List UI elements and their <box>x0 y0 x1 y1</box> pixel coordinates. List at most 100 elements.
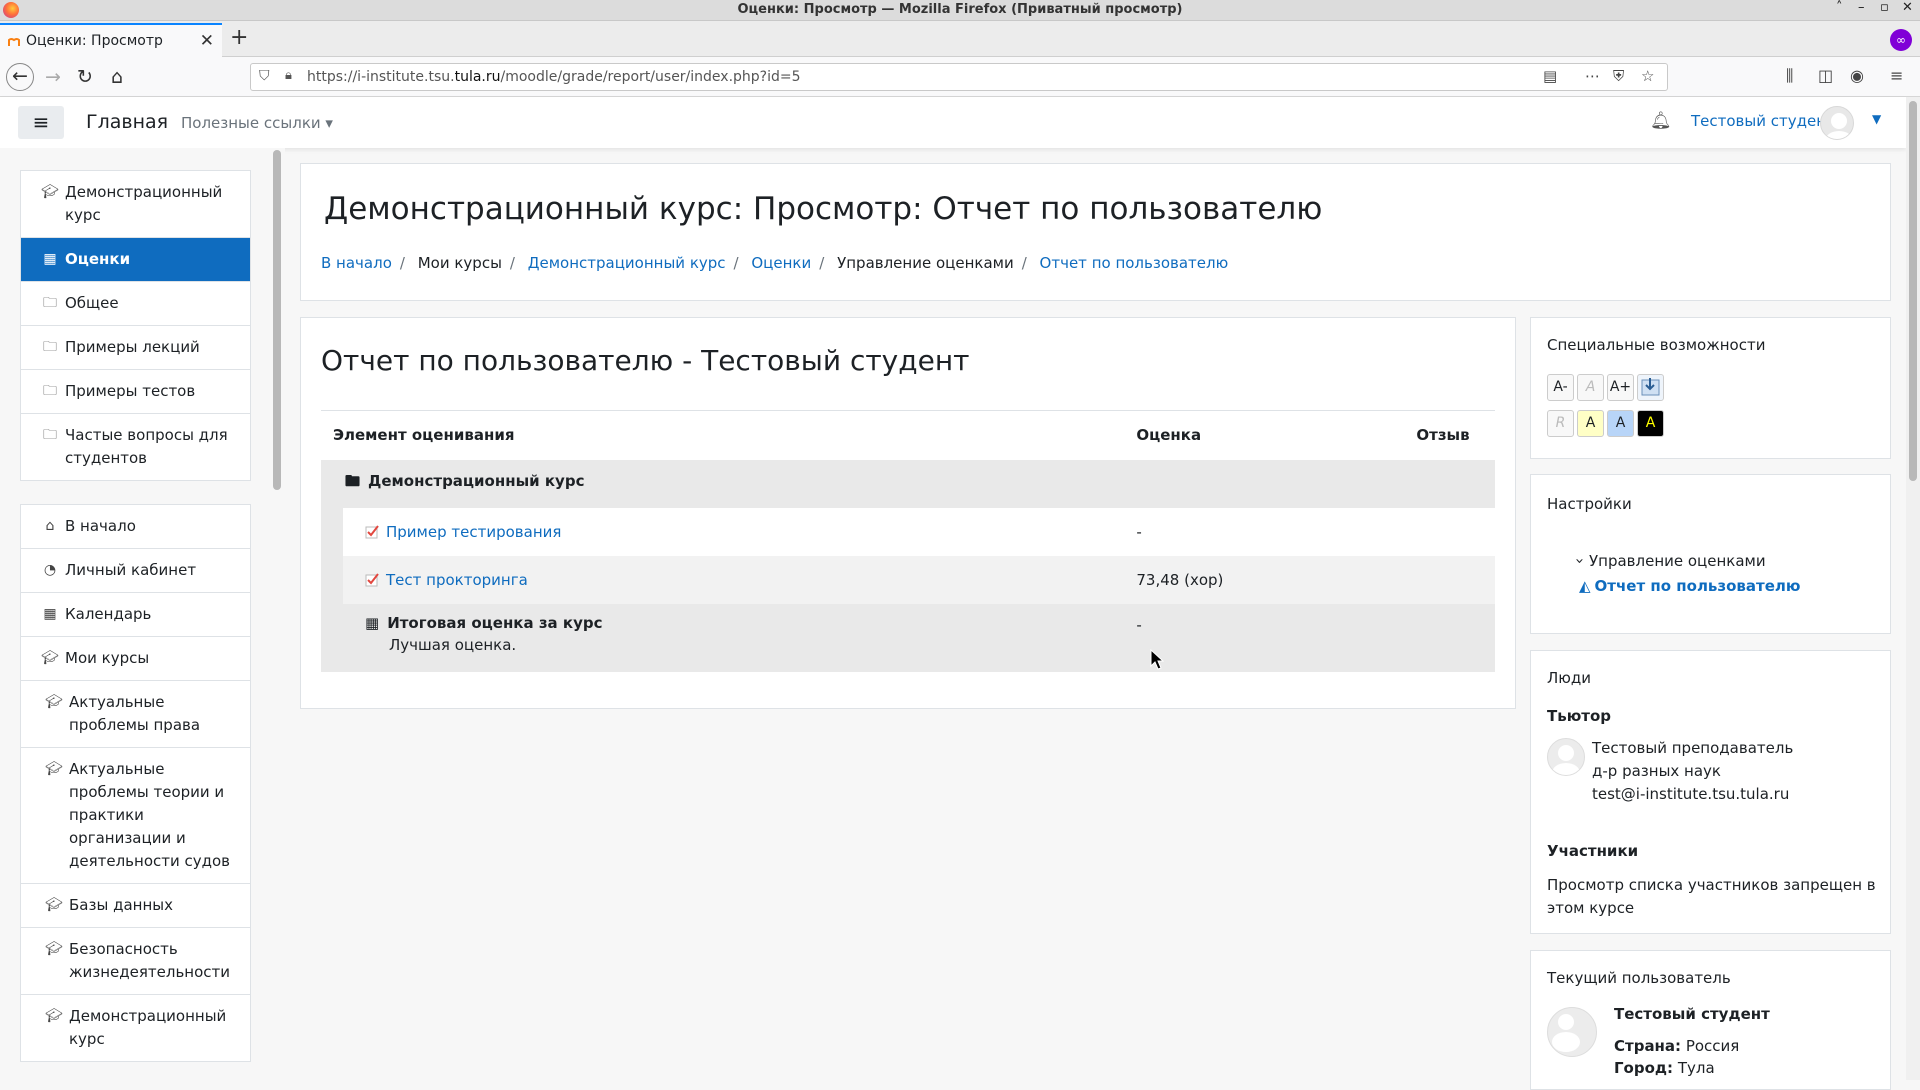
drawer-item-lectures[interactable]: 🗀 Примеры лекций <box>21 326 250 370</box>
tab-close-icon[interactable]: ✕ <box>200 31 214 51</box>
breadcrumb-grades[interactable]: Оценки <box>751 254 811 272</box>
grade-item-link[interactable]: Пример тестирования <box>386 523 561 541</box>
color-blue-button[interactable]: A <box>1607 410 1634 437</box>
forward-button[interactable]: → <box>40 64 66 90</box>
breadcrumb-grade-admin: Управление оценками <box>837 254 1014 272</box>
drawer-item-dashboard[interactable]: ◔ Личный кабинет <box>21 549 250 593</box>
settings-user-report-link[interactable]: ◭ Отчет по пользователю <box>1579 577 1800 595</box>
browser-tab[interactable]: Оценки: Просмотр ✕ <box>0 23 222 57</box>
current-user-name[interactable]: Тестовый студент <box>1614 1005 1770 1023</box>
current-user-avatar[interactable] <box>1547 1007 1597 1057</box>
moodle-favicon-icon <box>8 38 20 46</box>
drawer-scrollbar[interactable] <box>273 150 281 490</box>
course-nav-group: 🎓︎ Демонстрационный курс ▦ Оценки 🗀 Обще… <box>20 170 251 481</box>
graduation-cap-icon: 🎓︎ <box>45 694 63 710</box>
drawer-item-course-safety[interactable]: 🎓︎ Безопасность жизнедеятельности <box>21 928 250 995</box>
people-block: Люди Тьютор Тестовый преподаватель д-р р… <box>1530 650 1891 934</box>
drawer-item-my-courses[interactable]: 🎓︎ Мои курсы <box>21 637 250 681</box>
window-maximize-button[interactable]: ▫ <box>1880 0 1889 15</box>
drawer-item-faq[interactable]: 🗀 Частые вопросы для студентов <box>21 414 250 480</box>
drawer-item-label: Базы данных <box>69 896 173 914</box>
drawer-item-course-databases[interactable]: 🎓︎ Базы данных <box>21 884 250 928</box>
drawer-item-label: Демонстрационный курс <box>69 1007 227 1048</box>
folder-icon: 🗀 <box>43 427 57 443</box>
url-bar[interactable]: ⛉ 🔒︎ https://i-institute.tsu.tula.ru/moo… <box>250 63 1668 91</box>
window-minimize-button[interactable]: – <box>1858 0 1865 15</box>
tutor-name[interactable]: Тестовый преподаватель <box>1592 737 1793 760</box>
settings-node-grade-admin[interactable]: ›Управление оценками <box>1571 552 1766 570</box>
graduation-cap-icon: 🎓︎ <box>45 1008 63 1024</box>
sidebar-toggle-icon[interactable]: ◫ <box>1818 66 1833 85</box>
library-icon[interactable]: ⫼ <box>1786 66 1793 86</box>
tracking-shield-icon[interactable]: ⛉ <box>259 68 270 84</box>
drawer-item-grades[interactable]: ▦ Оценки <box>21 238 250 282</box>
color-black-button[interactable]: A <box>1637 410 1664 437</box>
user-menu-caret-icon[interactable]: ▼ <box>1872 112 1881 126</box>
site-home-link[interactable]: Главная <box>86 111 168 133</box>
user-menu-name[interactable]: Тестовый студент <box>1691 112 1835 130</box>
back-button[interactable]: ← <box>6 63 34 91</box>
breadcrumb-course[interactable]: Демонстрационный курс <box>528 254 726 272</box>
font-decrease-button[interactable]: A- <box>1547 374 1574 401</box>
reader-view-icon[interactable]: ▤ <box>1543 67 1557 85</box>
feedback-cell <box>1404 555 1495 604</box>
account-icon[interactable]: ◉ <box>1850 66 1864 85</box>
drawer-item-tests[interactable]: 🗀 Примеры тестов <box>21 370 250 414</box>
current-user-country: Страна: Россия <box>1614 1037 1740 1055</box>
save-settings-button[interactable] <box>1637 374 1664 401</box>
drawer-item-course-law[interactable]: 🎓︎ Актуальные проблемы права <box>21 681 250 748</box>
window-shade-button[interactable]: ˄ <box>1836 0 1843 15</box>
font-increase-button[interactable]: A+ <box>1607 374 1634 401</box>
scrollbar-thumb[interactable] <box>1909 101 1917 481</box>
private-browsing-mask-icon: ∞ <box>1890 29 1912 51</box>
course-total-note: Лучшая оценка. <box>389 635 517 654</box>
home-icon: ⌂ <box>45 518 55 534</box>
drawer-item-course[interactable]: 🎓︎ Демонстрационный курс <box>21 171 250 238</box>
block-title: Люди <box>1547 669 1592 687</box>
save-settings-icon <box>1641 378 1660 396</box>
new-tab-button[interactable]: + <box>230 25 248 50</box>
grade-item-link[interactable]: Тест прокторинга <box>386 571 528 589</box>
drawer-item-label: Общее <box>65 294 119 312</box>
drawer-item-general[interactable]: 🗀 Общее <box>21 282 250 326</box>
pocket-icon[interactable]: ⛨ <box>1613 67 1624 85</box>
notification-bell-icon[interactable]: 🔔︎ <box>1650 111 1672 131</box>
course-total-row: ▦ Итоговая оценка за курс Лучшая оценка. … <box>321 603 1495 672</box>
bookmark-star-icon[interactable]: ☆ <box>1641 67 1654 85</box>
breadcrumb-home[interactable]: В начало <box>321 254 392 272</box>
reload-button[interactable]: ↻ <box>72 64 98 90</box>
url-text[interactable]: https://i-institute.tsu.tula.ru/moodle/g… <box>307 69 801 85</box>
column-header-feedback: Отзыв <box>1404 410 1495 460</box>
page-actions-icon[interactable]: ⋯ <box>1585 67 1600 85</box>
tutor-email[interactable]: test@i-institute.tsu.tula.ru <box>1592 783 1793 806</box>
folder-icon: 🗀 <box>43 295 57 311</box>
block-title: Специальные возможности <box>1547 336 1766 354</box>
drawer-item-label: Оценки <box>65 250 131 268</box>
lock-icon[interactable]: 🔒︎ <box>285 68 292 83</box>
breadcrumb-user-report[interactable]: Отчет по пользователю <box>1040 254 1229 272</box>
dashboard-icon: ◔ <box>43 562 57 578</box>
graduation-cap-icon: 🎓︎ <box>45 761 63 777</box>
app-menu-icon[interactable]: ≡ <box>1890 66 1903 85</box>
settings-node-label: Управление оценками <box>1589 552 1766 570</box>
category-name: Демонстрационный курс <box>368 472 585 490</box>
window-close-button[interactable]: ✕ <box>1902 0 1913 15</box>
tab-strip: Оценки: Просмотр ✕ + ∞ <box>0 21 1920 57</box>
drawer-item-label: Примеры лекций <box>65 338 200 356</box>
home-button[interactable]: ⌂ <box>104 64 130 90</box>
settings-block: Настройки ›Управление оценками ◭ Отчет по… <box>1530 474 1891 634</box>
user-avatar[interactable] <box>1820 106 1854 140</box>
useful-links-dropdown[interactable]: Полезные ссылки ▾ <box>181 114 333 132</box>
page-scrollbar[interactable] <box>1906 97 1920 1080</box>
color-yellow-button[interactable]: A <box>1577 410 1604 437</box>
drawer-toggle-button[interactable]: ≡ <box>18 106 64 139</box>
drawer-item-course-courts[interactable]: 🎓︎ Актуальные проблемы теории и практики… <box>21 748 250 884</box>
font-reset-button[interactable]: A <box>1577 374 1604 401</box>
drawer-item-home[interactable]: ⌂ В начало <box>21 505 250 549</box>
drawer-item-course-demo[interactable]: 🎓︎ Демонстрационный курс <box>21 995 250 1061</box>
folder-icon: 🗀 <box>43 339 57 355</box>
moodle-navbar: ≡ Главная Полезные ссылки ▾ 🔔︎ Тестовый … <box>0 97 1906 148</box>
table-header-row: Элемент оценивания Оценка Отзыв <box>321 410 1495 460</box>
color-reset-button[interactable]: R <box>1547 410 1574 437</box>
drawer-item-calendar[interactable]: ▦ Календарь <box>21 593 250 637</box>
